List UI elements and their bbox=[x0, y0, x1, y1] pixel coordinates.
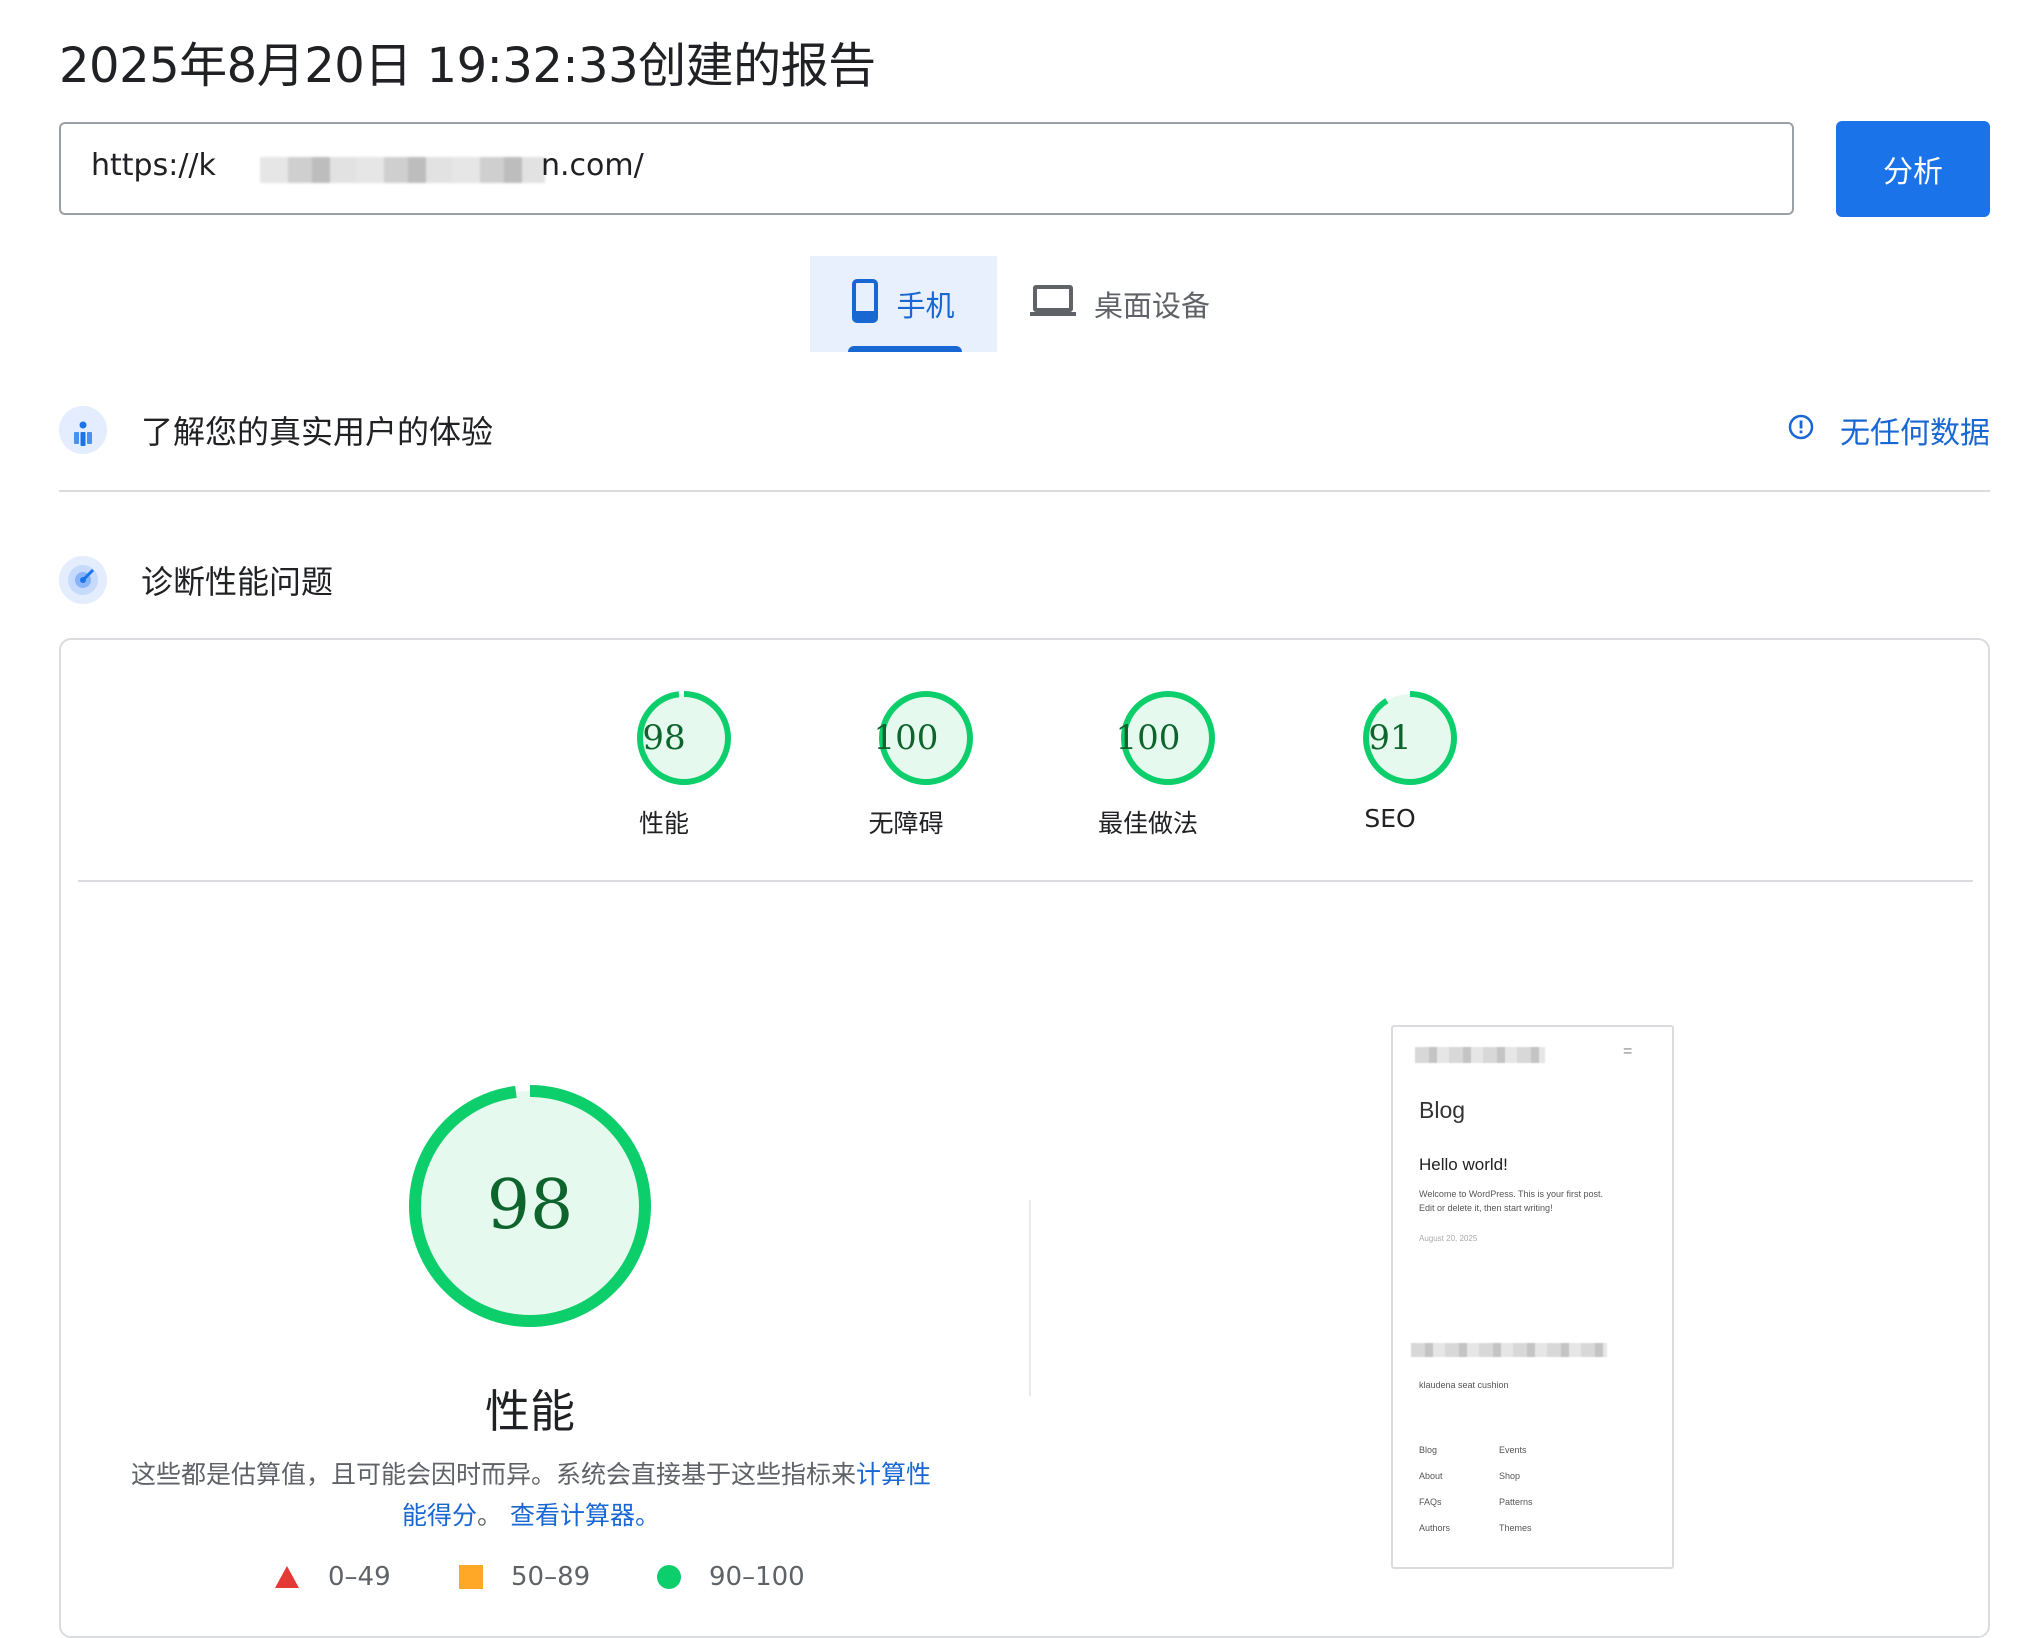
info-icon bbox=[1788, 413, 1814, 448]
preview-nav-item: Events bbox=[1499, 1445, 1527, 1455]
gauge-score: 91 bbox=[1368, 718, 1412, 758]
preview-footer-text: klaudena seat cushion bbox=[1419, 1380, 1509, 1390]
section-divider bbox=[59, 490, 1990, 492]
preview-nav-item: FAQs bbox=[1419, 1497, 1442, 1507]
legend-range: 90–100 bbox=[709, 1562, 805, 1592]
legend-pass: 90–100 bbox=[657, 1562, 805, 1592]
performance-score-large: 98 bbox=[486, 1166, 574, 1245]
url-value-start: https://k bbox=[91, 148, 216, 183]
phone-icon bbox=[852, 278, 879, 330]
preview-nav-item: About bbox=[1419, 1471, 1443, 1481]
preview-post-date: August 20, 2025 bbox=[1419, 1234, 1478, 1243]
url-input[interactable]: https://k n.com/ bbox=[59, 122, 1794, 215]
no-data-text: 无任何数据 bbox=[1840, 416, 1990, 451]
tab-mobile[interactable]: 手机 bbox=[810, 256, 997, 352]
gauge-accessibility[interactable]: 100 无障碍 bbox=[856, 688, 996, 838]
url-redacted bbox=[260, 157, 545, 183]
disclaimer-text: 这些都是估算值，且可能会因时而异。系统会直接基于这些指标来 bbox=[130, 1460, 856, 1489]
legend-range: 50–89 bbox=[511, 1562, 591, 1592]
footer-title-redacted bbox=[1411, 1343, 1607, 1357]
diagnose-title: 诊断性能问题 bbox=[141, 563, 334, 601]
preview-post-body-2: Edit or delete it, then start writing! bbox=[1419, 1203, 1553, 1213]
preview-heading: Blog bbox=[1419, 1097, 1466, 1123]
legend-range: 0–49 bbox=[328, 1562, 391, 1592]
preview-nav-item: Themes bbox=[1499, 1523, 1532, 1533]
red-triangle-icon bbox=[275, 1566, 299, 1588]
gauges-divider bbox=[78, 880, 1973, 882]
gauge-label: 性能 bbox=[638, 809, 689, 838]
field-data-title: 了解您的真实用户的体验 bbox=[141, 413, 494, 451]
site-logo-redacted bbox=[1415, 1047, 1545, 1063]
laptop-icon bbox=[1030, 284, 1076, 325]
orange-square-icon bbox=[459, 1565, 483, 1589]
tab-desktop-label: 桌面设备 bbox=[1094, 289, 1211, 323]
diagnose-header: 诊断性能问题 bbox=[59, 556, 1990, 604]
analyze-button[interactable]: 分析 bbox=[1836, 121, 1990, 217]
preview-nav-item: Patterns bbox=[1499, 1497, 1533, 1507]
radar-icon bbox=[59, 556, 107, 604]
menu-icon: = bbox=[1623, 1043, 1633, 1060]
gauge-performance[interactable]: 98 性能 bbox=[614, 688, 754, 838]
disclaimer-sep: 。 bbox=[477, 1501, 503, 1530]
legend-fail: 0–49 bbox=[274, 1562, 391, 1592]
gauge-best-practices[interactable]: 100 最佳做法 bbox=[1098, 688, 1238, 838]
estimate-disclaimer: 这些都是估算值，且可能会因时而异。系统会直接基于这些指标来计算性能得分。 查看计… bbox=[121, 1454, 941, 1536]
gauge-label: 最佳做法 bbox=[1097, 809, 1198, 838]
tab-active-indicator bbox=[848, 346, 962, 352]
gauge-label: 无障碍 bbox=[868, 809, 944, 838]
gauge-label: SEO bbox=[1364, 804, 1416, 833]
preview-nav-item: Shop bbox=[1499, 1471, 1521, 1481]
gauge-seo[interactable]: 91 SEO bbox=[1340, 688, 1480, 833]
green-circle-icon bbox=[657, 1565, 681, 1589]
preview-nav-item: Blog bbox=[1419, 1445, 1438, 1455]
url-value-end: n.com/ bbox=[541, 148, 644, 183]
field-data-header: 了解您的真实用户的体验 无任何数据 bbox=[59, 406, 1990, 454]
view-calculator-link[interactable]: 查看计算器。 bbox=[510, 1501, 660, 1530]
lighthouse-report-card: 98 性能 100 无障碍 100 最佳做法 91 SEO 98 性能 这些都是… bbox=[59, 638, 1990, 1638]
tab-mobile-label: 手机 bbox=[896, 289, 955, 323]
page-screenshot-thumbnail[interactable]: = Blog Hello world! Welcome to WordPress… bbox=[1391, 1025, 1674, 1569]
preview-nav-item: Authors bbox=[1419, 1523, 1451, 1533]
gauge-score: 98 bbox=[642, 718, 686, 758]
gauge-score: 100 bbox=[1115, 718, 1181, 758]
no-data-link[interactable]: 无任何数据 bbox=[1788, 408, 1990, 452]
users-chart-icon bbox=[59, 406, 107, 454]
preview-post-title: Hello world! bbox=[1419, 1155, 1508, 1174]
report-title: 2025年8月20日 19:32:33创建的报告 bbox=[59, 38, 876, 94]
vertical-divider bbox=[1029, 1200, 1031, 1396]
preview-post-body-1: Welcome to WordPress. This is your first… bbox=[1419, 1189, 1604, 1199]
legend-average: 50–89 bbox=[459, 1562, 590, 1592]
tab-desktop[interactable]: 桌面设备 bbox=[1030, 256, 1220, 352]
performance-label-large: 性能 bbox=[484, 1385, 575, 1438]
gauge-score: 100 bbox=[873, 718, 939, 758]
